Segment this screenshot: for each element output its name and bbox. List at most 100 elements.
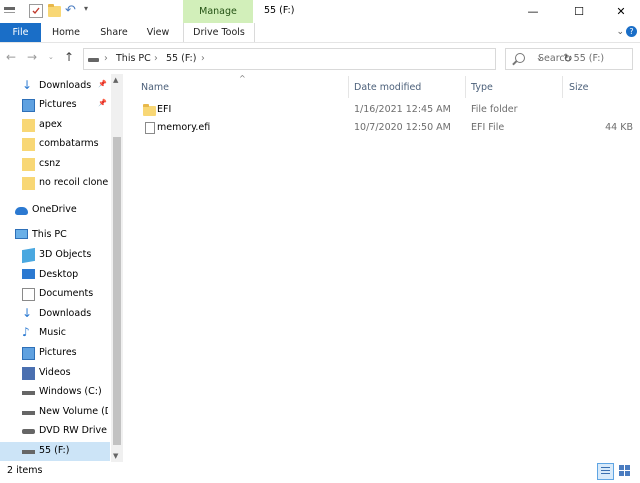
sidebar-item-label: Music <box>39 327 67 338</box>
address-bar[interactable]: › This PC › 55 (F:) › ⌄ ↻ <box>83 48 573 70</box>
customize-qat-icon[interactable]: ▾ <box>84 4 98 18</box>
sidebar-item-desktop[interactable]: Desktop <box>0 266 110 285</box>
folder-icon <box>22 177 35 190</box>
column-type[interactable]: Type <box>471 82 493 93</box>
nav-pane-scrollbar[interactable]: ▲ ▼ <box>111 74 123 462</box>
sidebar-item-label: 55 (F:) <box>39 445 70 456</box>
sidebar-item-downloads[interactable]: ↓ Downloads <box>0 305 110 324</box>
breadcrumb-separator[interactable]: › <box>104 53 108 64</box>
sidebar-item-dvd-rw-drive-e[interactable]: DVD RW Drive (E <box>0 422 110 441</box>
tab-file[interactable]: File <box>0 23 41 42</box>
sidebar-item-label: Pictures <box>39 99 77 110</box>
properties-icon[interactable] <box>29 4 43 18</box>
folder-icon <box>143 104 156 116</box>
search-box[interactable]: Search 55 (F:) <box>505 48 633 70</box>
divider <box>4 12 15 13</box>
scroll-up-icon[interactable]: ▲ <box>113 76 118 84</box>
help-icon[interactable]: ? <box>626 26 637 37</box>
breadcrumb-separator[interactable]: › <box>201 53 205 64</box>
column-date-modified[interactable]: Date modified <box>354 82 421 93</box>
sidebar-item-label: Documents <box>39 288 94 299</box>
cell-date: 1/16/2021 12:45 AM <box>354 104 451 115</box>
sidebar-item-3d-objects[interactable]: 3D Objects <box>0 246 110 265</box>
sidebar-item-combatarms[interactable]: combatarms <box>0 135 110 154</box>
column-name[interactable]: Name <box>141 82 169 93</box>
sidebar-item-csnz[interactable]: csnz <box>0 155 110 174</box>
pictures-icon <box>22 347 35 360</box>
details-view-icon[interactable] <box>597 463 614 480</box>
sidebar-item-music[interactable]: ♪ Music <box>0 324 110 343</box>
cell-name: EFI <box>157 104 172 115</box>
sidebar-item-downloads[interactable]: ↓ Downloads 📌 <box>0 77 110 96</box>
sidebar-item-label: This PC <box>32 229 67 240</box>
sidebar-item-documents[interactable]: Documents <box>0 285 110 304</box>
tab-home[interactable]: Home <box>46 23 86 42</box>
large-icons-view-icon[interactable] <box>618 464 631 477</box>
sidebar-item-pictures[interactable]: Pictures <box>0 344 110 363</box>
minimize-button[interactable]: — <box>510 0 556 22</box>
manage-context-tab[interactable]: Manage <box>183 0 253 23</box>
cell-type: File folder <box>471 104 518 115</box>
tab-view[interactable]: View <box>140 23 176 42</box>
sidebar-item-label: apex <box>39 119 63 130</box>
sidebar-item-label: Pictures <box>39 347 77 358</box>
pin-icon: 📌 <box>98 99 107 107</box>
sidebar-item-new-volume-d[interactable]: New Volume (D: <box>0 403 110 422</box>
scrollbar-thumb[interactable] <box>113 137 121 445</box>
breadcrumb-current[interactable]: 55 (F:) <box>166 53 196 64</box>
breadcrumb-separator[interactable]: › <box>154 53 158 64</box>
drive-icon <box>88 58 99 62</box>
sidebar-item-label: DVD RW Drive (E <box>39 425 108 436</box>
sidebar-item-pictures[interactable]: Pictures 📌 <box>0 96 110 115</box>
this-pc-icon <box>15 229 28 239</box>
sidebar-item-label: Desktop <box>39 269 79 280</box>
breadcrumb-this-pc[interactable]: This PC <box>116 53 151 64</box>
dvd-drive-icon <box>22 429 35 434</box>
tab-drive-tools[interactable]: Drive Tools <box>183 23 255 42</box>
forward-arrow-icon[interactable]: → <box>27 50 37 64</box>
sidebar-item-onedrive[interactable]: OneDrive <box>0 201 110 220</box>
drive-icon <box>22 391 35 395</box>
column-divider[interactable] <box>348 76 349 98</box>
close-button[interactable]: ✕ <box>602 0 640 22</box>
desktop-icon <box>22 269 35 279</box>
new-folder-icon[interactable] <box>48 4 61 17</box>
back-arrow-icon[interactable]: ← <box>6 50 16 64</box>
table-row[interactable]: EFI 1/16/2021 12:45 AM File folder <box>135 101 629 119</box>
sidebar-item-no-recoil-clones[interactable]: no recoil clones <box>0 174 110 193</box>
recent-locations-icon[interactable]: ⌄ <box>48 53 54 61</box>
up-arrow-icon[interactable]: ↑ <box>64 50 74 64</box>
tab-share[interactable]: Share <box>94 23 134 42</box>
drive-icon <box>22 450 35 454</box>
cell-name: memory.efi <box>157 122 211 133</box>
file-list: ^ Name Date modified Type Size EFI 1/16/2… <box>123 74 640 462</box>
column-size[interactable]: Size <box>569 82 589 93</box>
window-title: 55 (F:) <box>264 5 295 16</box>
sidebar-item-this-pc[interactable]: This PC <box>0 226 110 245</box>
status-bar: 2 items <box>0 462 640 483</box>
sidebar-item-videos[interactable]: Videos <box>0 364 110 383</box>
drive-icon <box>22 411 35 415</box>
downloads-icon: ↓ <box>22 306 33 320</box>
sidebar-item-apex[interactable]: apex <box>0 116 110 135</box>
sidebar-item-label: no recoil clones <box>39 177 108 188</box>
column-divider[interactable] <box>562 76 563 98</box>
expand-ribbon-icon[interactable]: ⌄ <box>616 27 624 37</box>
scroll-down-icon[interactable]: ▼ <box>113 452 118 460</box>
sidebar-item-label: 3D Objects <box>39 249 92 260</box>
sidebar-item-label: combatarms <box>39 138 99 149</box>
ribbon-tab-row: File Home Share View Drive Tools ⌄ ? <box>0 23 640 43</box>
table-row[interactable]: memory.efi 10/7/2020 12:50 AM EFI File 44 K… <box>135 119 633 137</box>
search-input[interactable]: Search 55 (F:) <box>538 53 604 64</box>
maximize-button[interactable]: ☐ <box>556 0 602 22</box>
folder-icon <box>22 158 35 171</box>
downloads-icon: ↓ <box>22 78 33 92</box>
item-count: 2 items <box>7 465 43 476</box>
column-divider[interactable] <box>465 76 466 98</box>
sidebar-item-label: OneDrive <box>32 204 77 215</box>
cell-size: 44 KB <box>605 122 633 133</box>
sidebar-item-windows-c[interactable]: Windows (C:) <box>0 383 110 402</box>
undo-icon[interactable]: ↶ <box>65 3 79 18</box>
sidebar-item-label: Windows (C:) <box>39 386 102 397</box>
sidebar-item-55-f[interactable]: 55 (F:) <box>0 442 110 461</box>
